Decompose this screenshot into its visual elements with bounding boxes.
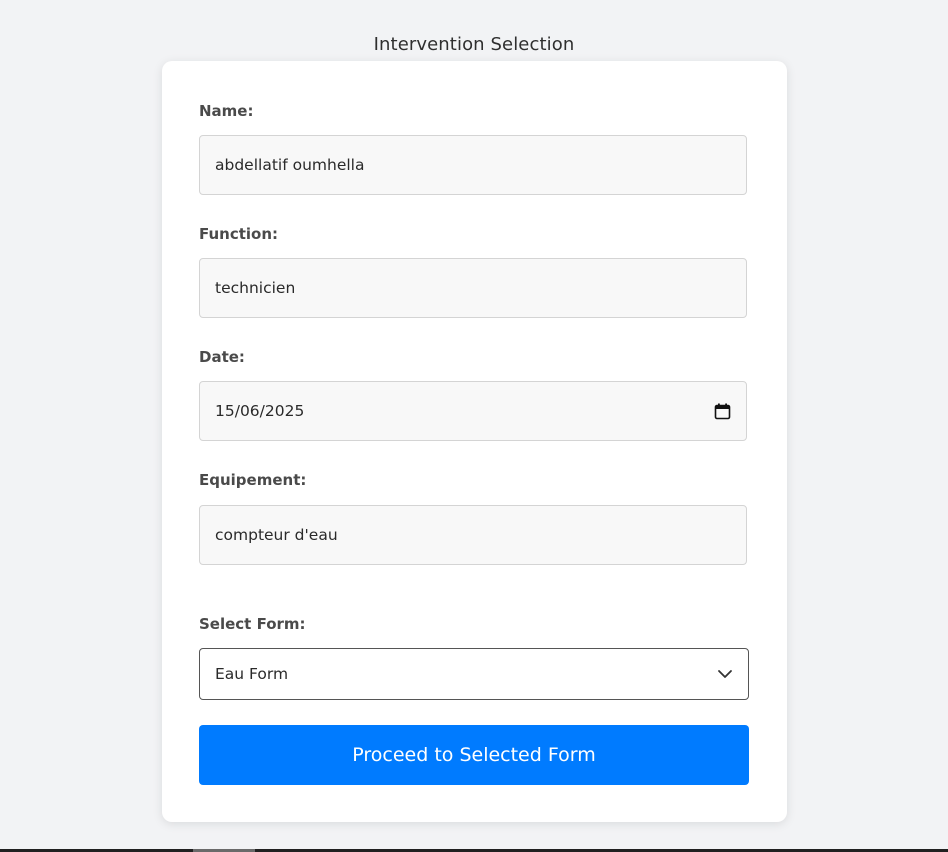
name-label: Name: [199, 102, 254, 120]
page-title: Intervention Selection [373, 34, 575, 55]
chevron-down-icon [717, 666, 733, 682]
date-field[interactable]: 15/06/2025 [199, 381, 747, 441]
equipement-field[interactable]: compteur d'eau [199, 505, 747, 565]
date-value: 15/06/2025 [215, 402, 305, 420]
select-form-value: Eau Form [215, 665, 289, 683]
name-field[interactable]: abdellatif oumhella [199, 135, 747, 195]
select-form-label: Select Form: [199, 615, 306, 633]
name-value: abdellatif oumhella [215, 156, 365, 174]
function-label: Function: [199, 225, 279, 243]
proceed-button[interactable]: Proceed to Selected Form [199, 725, 749, 785]
function-field[interactable]: technicien [199, 258, 747, 318]
equipement-value: compteur d'eau [215, 526, 338, 544]
date-label: Date: [199, 348, 245, 366]
select-form-dropdown[interactable]: Eau Form [199, 648, 749, 700]
intervention-form-card: Name: abdellatif oumhella Function: tech… [162, 61, 787, 822]
function-value: technicien [215, 279, 296, 297]
equipement-label: Equipement: [199, 471, 307, 489]
calendar-icon[interactable] [714, 403, 731, 420]
